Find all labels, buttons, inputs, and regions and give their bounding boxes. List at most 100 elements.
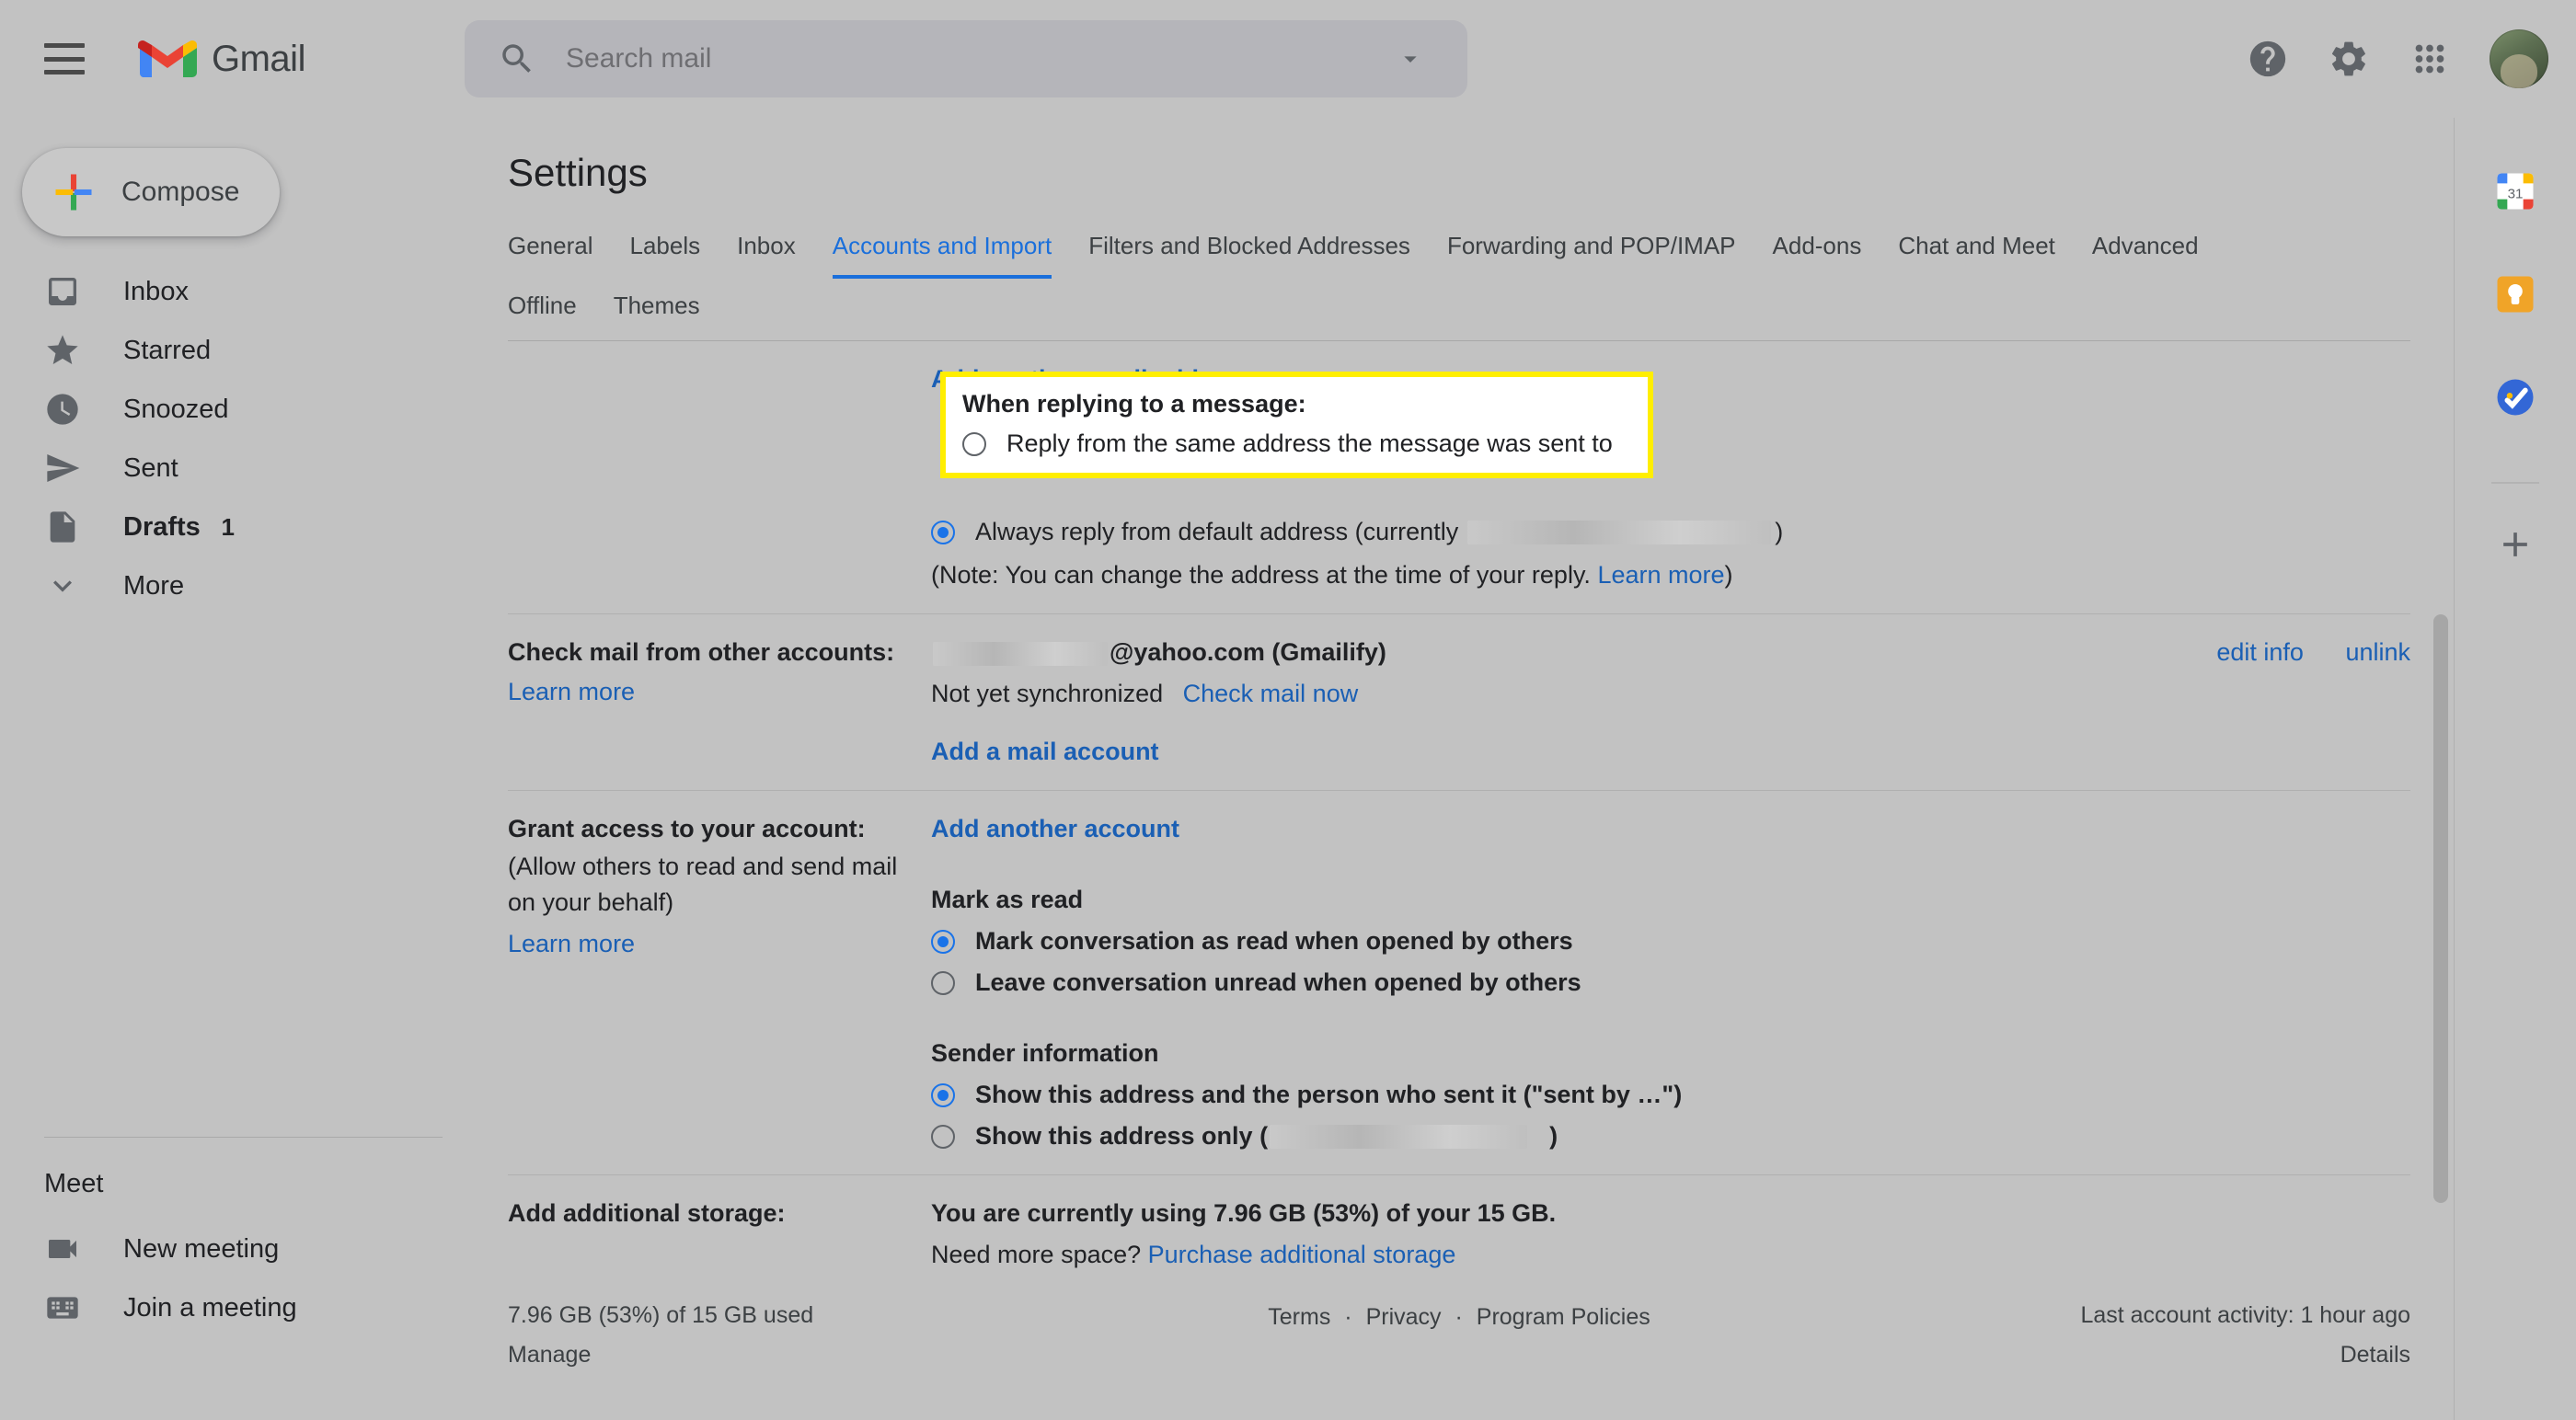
tab-inbox[interactable]: Inbox [737, 221, 796, 279]
sidebar-item-join-meeting[interactable]: Join a meeting [0, 1278, 465, 1337]
hamburger-menu-icon[interactable] [44, 43, 85, 74]
left-sidebar: Compose Inbox Starred Snoozed Sent Draft… [0, 118, 465, 1420]
storage-label: Add additional storage: [508, 1199, 786, 1227]
add-plus-icon[interactable] [2495, 524, 2536, 565]
sidebar-item-snoozed[interactable]: Snoozed [0, 380, 465, 439]
check-mail-row: Check mail from other accounts: Learn mo… [508, 614, 2410, 791]
sender-show-address-and-person-option[interactable]: Show this address and the person who sen… [931, 1081, 2410, 1109]
footer-privacy-link[interactable]: Privacy [1366, 1304, 1442, 1330]
grant-access-label: Grant access to your account: [508, 815, 866, 842]
gmail-brand[interactable]: Gmail [138, 37, 305, 81]
mark-read-option[interactable]: Mark conversation as read when opened by… [931, 927, 2410, 956]
meet-divider [44, 1137, 443, 1138]
reply-same-address-option[interactable]: Reply from the same address the message … [962, 429, 1631, 458]
sender-show-address-only-option[interactable]: Show this address only ( ) [931, 1122, 2410, 1151]
when-replying-title: When replying to a message: [962, 390, 1306, 418]
avatar[interactable] [2490, 29, 2548, 88]
sidebar-item-sent[interactable]: Sent [0, 439, 465, 498]
tab-filters-and-blocked-addresses[interactable]: Filters and Blocked Addresses [1088, 221, 1410, 279]
radio-show-address-and-person[interactable] [931, 1082, 955, 1107]
settings-panel: Settings General Labels Inbox Accounts a… [465, 118, 2454, 1420]
tab-forwarding-and-pop-imap[interactable]: Forwarding and POP/IMAP [1447, 221, 1736, 279]
sidebar-item-more[interactable]: More [0, 556, 465, 615]
google-keep-icon[interactable] [2491, 270, 2539, 318]
add-another-account-link[interactable]: Add another account [931, 815, 2410, 843]
star-icon [47, 335, 78, 364]
sidebar-item-new-meeting[interactable]: New meeting [0, 1220, 465, 1278]
footer-program-policies-link[interactable]: Program Policies [1477, 1304, 1650, 1330]
mark-read-label: Mark conversation as read when opened by… [975, 927, 1573, 955]
video-camera-icon [49, 1240, 76, 1258]
sender-opt1-label: Show this address and the person who sen… [975, 1081, 1683, 1108]
linked-account-line: @yahoo.com (Gmailify) [931, 638, 2410, 667]
footer-storage-used: 7.96 GB (53%) of 15 GB used [508, 1302, 814, 1328]
footer-terms-link[interactable]: Terms [1268, 1304, 1330, 1330]
send-mail-as-label [508, 341, 931, 613]
sidebar-item-label: Snoozed [123, 394, 229, 424]
reply-same-address-label: Reply from the same address the message … [1006, 429, 1613, 457]
edit-info-link[interactable]: edit info [2216, 638, 2304, 666]
tab-add-ons[interactable]: Add-ons [1773, 221, 1862, 279]
draft-file-icon [50, 511, 75, 543]
sidebar-item-label: Join a meeting [123, 1292, 297, 1323]
tab-chat-and-meet[interactable]: Chat and Meet [1898, 221, 2055, 279]
grant-access-sub: (Allow others to read and send mail on y… [508, 853, 898, 917]
reply-note-learn-more-link[interactable]: Learn more [1597, 561, 1724, 589]
tab-general[interactable]: General [508, 221, 593, 279]
reply-note-prefix: (Note: You can change the address at the… [931, 561, 1598, 589]
redacted-account-user [933, 641, 1108, 666]
chevron-down-icon [53, 580, 72, 592]
footer-activity-col: Last account activity: 1 hour ago Detail… [1822, 1302, 2410, 1368]
gear-icon[interactable] [2328, 38, 2370, 80]
footer-manage-link[interactable]: Manage [508, 1342, 591, 1368]
tab-themes[interactable]: Themes [614, 279, 700, 340]
grant-access-row: Grant access to your account: (Allow oth… [508, 791, 2410, 1175]
google-calendar-icon[interactable]: 31 [2491, 167, 2539, 215]
tab-accounts-and-import[interactable]: Accounts and Import [832, 221, 1052, 279]
sidebar-item-starred[interactable]: Starred [0, 321, 465, 380]
svg-text:31: 31 [2508, 187, 2524, 202]
tab-advanced[interactable]: Advanced [2092, 221, 2199, 279]
sidebar-item-inbox[interactable]: Inbox [0, 262, 465, 321]
sync-status-line: Not yet synchronized Check mail now [931, 680, 2410, 708]
check-mail-now-link[interactable]: Check mail now [1183, 680, 1359, 707]
sidebar-item-label: Sent [123, 452, 178, 483]
reply-default-address-label: Always reply from default address (curre… [975, 518, 1459, 545]
leave-unread-option[interactable]: Leave conversation unread when opened by… [931, 968, 2410, 997]
settings-tabs: General Labels Inbox Accounts and Import… [508, 221, 2410, 341]
footer-storage-col: 7.96 GB (53%) of 15 GB used Manage [508, 1302, 1097, 1368]
search-input[interactable] [566, 43, 1396, 74]
check-mail-learn-more-link[interactable]: Learn more [508, 678, 635, 705]
top-app-bar: Gmail [0, 0, 2576, 118]
radio-reply-same-address[interactable] [962, 431, 986, 456]
compose-button[interactable]: Compose [22, 148, 280, 236]
leave-unread-label: Leave conversation unread when opened by… [975, 968, 1581, 996]
check-mail-body: @yahoo.com (Gmailify) Not yet synchroniz… [931, 614, 2410, 790]
radio-reply-default-address[interactable] [931, 520, 955, 544]
grant-access-learn-more-link[interactable]: Learn more [508, 930, 635, 957]
tab-labels[interactable]: Labels [630, 221, 701, 279]
radio-show-address-only[interactable] [931, 1124, 955, 1149]
tab-offline[interactable]: Offline [508, 279, 577, 340]
apps-grid-icon[interactable] [2409, 38, 2451, 80]
keyboard-icon [47, 1297, 78, 1319]
sidebar-item-drafts[interactable]: Drafts 1 [0, 498, 465, 556]
rail-divider [2491, 482, 2539, 484]
help-icon[interactable] [2247, 38, 2289, 80]
purchase-additional-storage-link[interactable]: Purchase additional storage [1148, 1241, 1456, 1268]
footer-details-link[interactable]: Details [2340, 1342, 2410, 1368]
sidebar-item-label: Starred [123, 335, 212, 365]
sync-status-text: Not yet synchronized [931, 680, 1164, 707]
content-scrollbar[interactable] [2433, 614, 2448, 1203]
reply-default-address-option[interactable]: Always reply from default address (curre… [931, 518, 2410, 546]
unlink-link[interactable]: unlink [2345, 638, 2410, 666]
google-tasks-icon[interactable] [2491, 373, 2539, 421]
page-title: Settings [508, 151, 648, 194]
radio-mark-conversation-read[interactable] [931, 929, 955, 954]
radio-leave-conversation-unread[interactable] [931, 970, 955, 995]
sidebar-nav: Inbox Starred Snoozed Sent Drafts 1 More [0, 262, 465, 615]
search-bar[interactable] [465, 20, 1467, 97]
compose-label: Compose [121, 177, 240, 207]
add-a-mail-account-link[interactable]: Add a mail account [931, 738, 1159, 765]
search-options-chevron-down-icon[interactable] [1396, 44, 1425, 74]
